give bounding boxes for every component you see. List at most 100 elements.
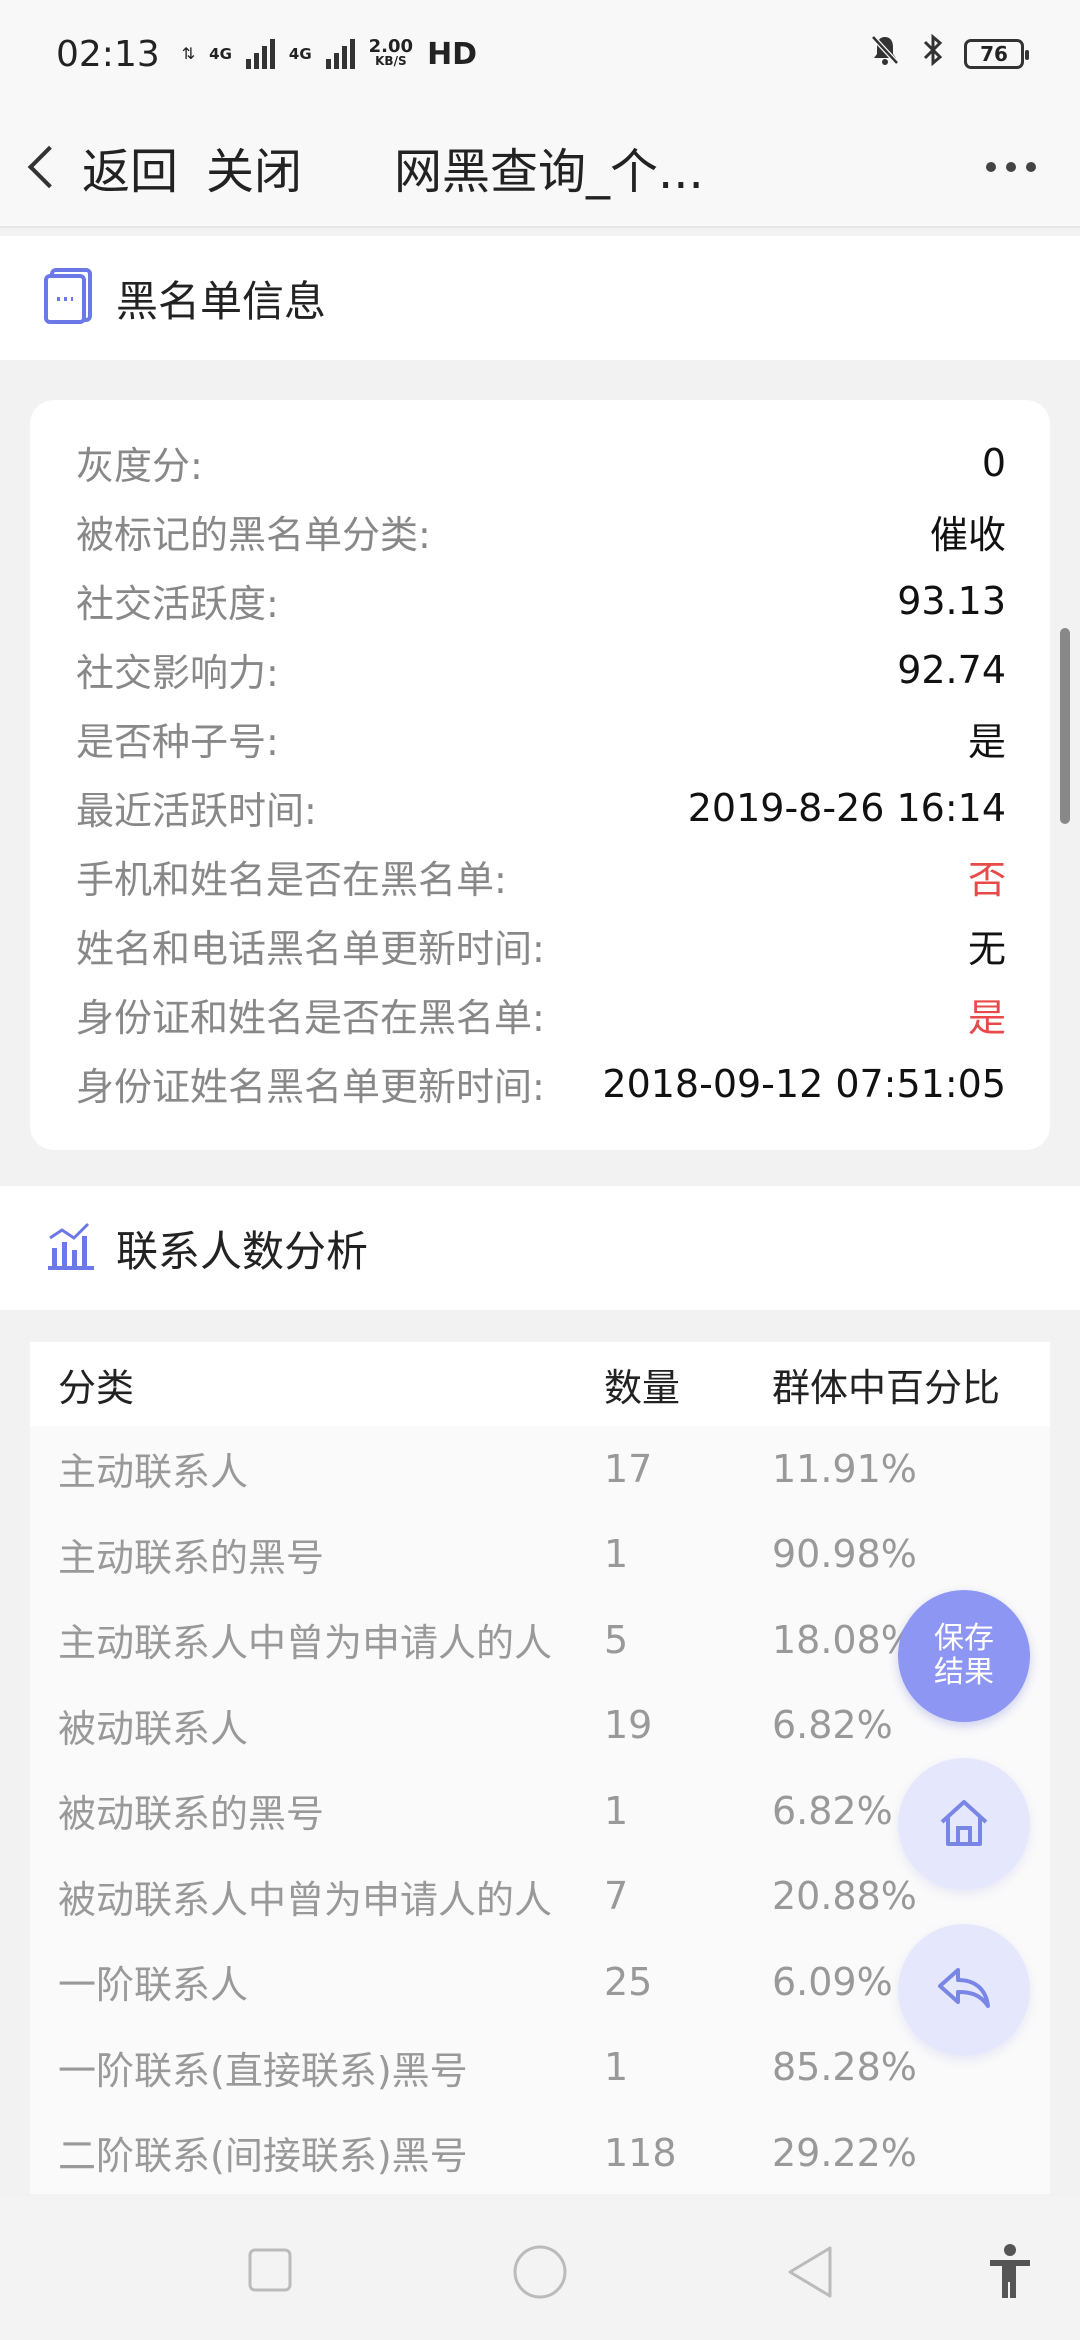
more-dot (1026, 162, 1036, 172)
table-row: 被动联系人 19 6.82% (30, 1683, 1050, 1769)
cell-count: 1 (604, 1532, 629, 1577)
data-arrows-icon: ⇅ (181, 44, 196, 63)
nav-bar: 返回 关闭 网黑查询_个... (0, 108, 1080, 228)
info-label: 社交活跃度: (76, 582, 279, 626)
signal-icon-2 (325, 39, 355, 69)
battery-icon: 76 (964, 39, 1029, 69)
bar-chart-icon (42, 1218, 98, 1278)
status-left: 02:13 ⇅ 4G 4G 2.00 KB/S HD (56, 34, 477, 75)
more-dot (986, 162, 996, 172)
info-value: 无 (967, 927, 1006, 971)
contacts-section-header: 联系人数分析 (0, 1186, 1080, 1310)
table-row: 被动联系人中曾为申请人的人 7 20.88% (30, 1854, 1050, 1940)
save-label-line2: 结果 (934, 1655, 994, 1690)
scrollbar-thumb[interactable] (1060, 628, 1070, 824)
info-value: 0 (981, 440, 1006, 485)
cell-category: 主动联系的黑号 (58, 1535, 325, 1580)
home-button[interactable] (898, 1758, 1030, 1890)
save-label-line1: 保存 (934, 1621, 994, 1656)
cell-category: 被动联系人中曾为申请人的人 (58, 1877, 553, 1922)
net-speed: 2.00 KB/S (368, 36, 414, 69)
cell-category: 主动联系人 (58, 1450, 249, 1495)
cell-count: 5 (604, 1617, 629, 1662)
recents-square-icon[interactable] (248, 2248, 292, 2296)
info-label: 身份证和姓名是否在黑名单: (76, 996, 545, 1040)
accessibility-icon[interactable] (986, 2242, 1034, 2306)
info-row: 手机和姓名是否在黑名单: 否 (76, 842, 1006, 911)
more-menu-button[interactable] (986, 162, 1036, 172)
info-row: 身份证和姓名是否在黑名单: 是 (76, 980, 1006, 1049)
contacts-table: 分类 数量 群体中百分比 主动联系人 17 11.91% 主动联系的黑号 1 9… (30, 1342, 1050, 2194)
cell-percent: 6.82% (772, 1703, 893, 1748)
info-value: 催收 (929, 513, 1006, 557)
network-type-1: 4G (209, 44, 232, 63)
info-row: 是否种子号: 是 (76, 704, 1006, 773)
column-header-percent: 群体中百分比 (772, 1365, 1001, 1410)
cell-category: 二阶联系(间接联系)黑号 (58, 2134, 468, 2179)
info-row: 社交活跃度: 93.13 (76, 566, 1006, 635)
info-row: 灰度分: 0 (76, 428, 1006, 497)
info-value-alert: 否 (967, 858, 1006, 902)
table-row: 一阶联系(直接联系)黑号 1 85.28% (30, 2025, 1050, 2111)
status-time: 02:13 (56, 33, 160, 75)
close-button[interactable]: 关闭 (206, 132, 302, 202)
cell-count: 17 (604, 1446, 653, 1491)
back-triangle-icon[interactable] (786, 2244, 834, 2304)
cell-count: 25 (604, 1959, 653, 2004)
page-title: 网黑查询_个... (394, 144, 704, 200)
network-type-2: 4G (288, 44, 312, 63)
save-result-button[interactable]: 保存 结果 (898, 1590, 1030, 1722)
info-label: 社交影响力: (76, 651, 279, 695)
cell-category: 一阶联系(直接联系)黑号 (58, 2048, 468, 2093)
cell-category: 一阶联系人 (58, 1963, 249, 2008)
net-speed-value: 2.00 (368, 36, 414, 57)
cell-category: 主动联系人中曾为申请人的人 (58, 1621, 553, 1666)
table-row: 主动联系人 17 11.91% (30, 1426, 1050, 1512)
cell-percent: 11.91% (772, 1446, 917, 1491)
cell-percent: 85.28% (772, 2045, 917, 2090)
info-label: 灰度分: (76, 444, 203, 488)
home-icon (934, 1792, 994, 1856)
status-bar: 02:13 ⇅ 4G 4G 2.00 KB/S HD 76 (0, 0, 1080, 108)
table-row: 主动联系人中曾为申请人的人 5 18.08% (30, 1597, 1050, 1683)
blacklist-section-header: 黑名单信息 (0, 236, 1080, 360)
net-speed-unit: KB/S (375, 54, 407, 68)
chevron-left-icon (27, 145, 71, 189)
section-title: 联系人数分析 (116, 1226, 369, 1276)
info-row: 社交影响力: 92.74 (76, 635, 1006, 704)
info-value: 2018-09-12 07:51:05 (602, 1061, 1006, 1106)
signal-icon (245, 39, 275, 69)
bluetooth-icon (922, 33, 944, 76)
battery-level: 76 (980, 42, 1008, 66)
cell-percent: 20.88% (772, 1874, 917, 1919)
app-screen: 02:13 ⇅ 4G 4G 2.00 KB/S HD 76 返回 关闭 网黑查询… (0, 0, 1080, 2340)
info-row: 最近活跃时间: 2019-8-26 16:14 (76, 773, 1006, 842)
blacklist-info-card: 灰度分: 0 被标记的黑名单分类: 催收 社交活跃度: 93.13 社交影响力:… (30, 400, 1050, 1150)
cell-count: 19 (604, 1703, 653, 1748)
home-circle-icon[interactable] (512, 2244, 568, 2304)
cell-count: 1 (604, 1788, 629, 1833)
save-result-label: 保存 结果 (934, 1622, 994, 1690)
document-icon (42, 266, 98, 330)
system-nav-bar (0, 2196, 1080, 2340)
cell-count: 7 (604, 1874, 629, 1919)
section-title: 黑名单信息 (116, 276, 327, 326)
info-value: 93.13 (897, 578, 1006, 623)
back-button[interactable]: 返回 (22, 132, 178, 202)
back-label: 返回 (82, 144, 179, 200)
column-header-category: 分类 (58, 1365, 135, 1410)
table-row: 主动联系的黑号 1 90.98% (30, 1512, 1050, 1598)
status-right: 76 (868, 33, 1029, 76)
info-value: 92.74 (897, 647, 1006, 692)
go-back-button[interactable] (898, 1924, 1030, 2056)
info-label: 最近活跃时间: (76, 789, 317, 833)
column-header-count: 数量 (604, 1365, 681, 1410)
info-value: 2019-8-26 16:14 (687, 785, 1006, 830)
info-row: 身份证姓名黑名单更新时间: 2018-09-12 07:51:05 (76, 1049, 1006, 1118)
cell-count: 118 (604, 2130, 677, 2175)
cell-count: 1 (604, 2045, 629, 2090)
reply-arrow-icon (932, 1960, 996, 2020)
table-row: 二阶联系(间接联系)黑号 118 29.22% (30, 2110, 1050, 2194)
table-header: 分类 数量 群体中百分比 (30, 1342, 1050, 1426)
more-dot (1006, 162, 1016, 172)
